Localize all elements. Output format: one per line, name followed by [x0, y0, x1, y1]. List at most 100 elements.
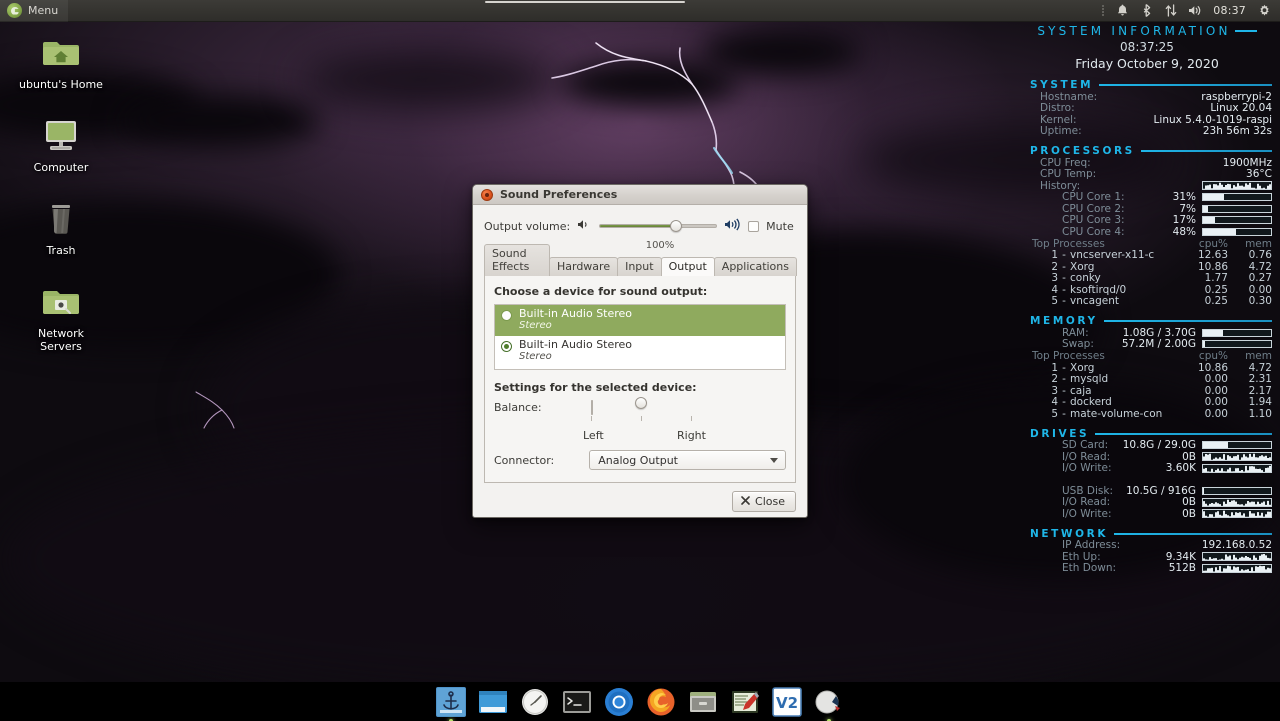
tab-applications[interactable]: Applications: [713, 257, 797, 276]
process-mem: 0.00: [1248, 283, 1272, 296]
conky-row: CPU Freq: 1900MHz: [1022, 157, 1272, 169]
conky-process-row: 1- Xorg 10.86 4.72: [1022, 362, 1272, 374]
process-index: 1: [1051, 249, 1058, 262]
conky-bar: [1202, 486, 1272, 495]
device-settings-title: Settings for the selected device:: [494, 381, 697, 394]
conky-section-drives: DRIVES: [1022, 428, 1272, 440]
process-name: Xorg: [1070, 361, 1095, 374]
window-list-item[interactable]: [485, 0, 686, 3]
process-header-label: Top Processes: [1032, 237, 1105, 250]
conky-bar: [1202, 204, 1272, 213]
section-label: MEMORY: [1030, 315, 1098, 327]
conky-row: CPU Core 2: 7%: [1022, 203, 1272, 215]
conky-drive-gap: [1022, 474, 1272, 485]
sound-preferences-window: Sound Preferences Output volume: Mute 10…: [472, 184, 808, 518]
tab-sound-effects[interactable]: Sound Effects: [484, 244, 550, 276]
desktop-icon-computer[interactable]: Computer: [18, 113, 104, 174]
process-dash: -: [1062, 283, 1066, 296]
process-dash: -: [1062, 260, 1066, 273]
cairo-dock-icon[interactable]: [436, 686, 466, 721]
output-device-row[interactable]: Built-in Audio Stereo Stereo: [495, 305, 785, 336]
balance-slider[interactable]: [591, 397, 691, 415]
conky-process-row: 4- dockerd 0.00 1.94: [1022, 396, 1272, 408]
conky-row: Swap: 57.2M / 2.00G: [1022, 338, 1272, 351]
window-list[interactable]: [68, 0, 1102, 22]
process-name: vncagent: [1070, 295, 1119, 308]
conky-row-key: I/O Read:: [1062, 496, 1111, 509]
output-volume-label: Output volume:: [484, 219, 571, 233]
desktop-icon-grid: ubuntu's Home Computer Trash Network Ser…: [18, 30, 104, 375]
tab-hardware[interactable]: Hardware: [548, 257, 619, 276]
terminal-icon[interactable]: [562, 687, 592, 717]
device-radio-button[interactable]: [501, 310, 512, 321]
conky-row: USB Disk: 10.5G / 916G: [1022, 485, 1272, 497]
vnc-viewer-icon[interactable]: V2: [772, 686, 802, 717]
device-name: Built-in Audio Stereo: [519, 338, 633, 351]
conky-bar: [1202, 441, 1272, 450]
conky-process-row: 3- caja 0.00 2.17: [1022, 385, 1272, 397]
conky-system-rows: Hostname: raspberrypi-2 Distro: Linux 20.04…: [1022, 91, 1272, 138]
volume-icon[interactable]: [1187, 0, 1202, 22]
process-name: ksoftirqd/0: [1070, 283, 1127, 296]
balance-tick-marks: [549, 416, 731, 429]
menu-label: Menu: [28, 4, 59, 17]
output-volume-slider[interactable]: [599, 220, 718, 232]
desktop-icon-home[interactable]: ubuntu's Home: [18, 30, 104, 91]
balance-label: Balance:: [494, 401, 542, 414]
gear-icon[interactable]: [1257, 0, 1272, 22]
conky-row-key: IP Address:: [1062, 539, 1121, 552]
media-player-icon[interactable]: [814, 687, 844, 721]
process-dash: -: [1062, 407, 1066, 420]
conky-row-value: 57.2M / 2.00G: [1121, 338, 1196, 351]
conky-bar: [1202, 216, 1272, 225]
tab-output[interactable]: Output: [660, 257, 715, 276]
bottom-dock: V2: [0, 682, 1280, 721]
desktop-icon-trash[interactable]: Trash: [18, 196, 104, 257]
conky-row-value: 36°C: [1246, 168, 1272, 181]
menu-button[interactable]: Menu: [0, 0, 69, 22]
conky-section-system: SYSTEM: [1022, 79, 1272, 91]
text-editor-icon[interactable]: [730, 687, 760, 717]
process-header-mem: mem: [1245, 237, 1272, 250]
notification-bell-icon[interactable]: [1115, 0, 1130, 22]
window-switcher-icon[interactable]: [478, 687, 508, 717]
conky-row: CPU Core 3: 17%: [1022, 214, 1272, 227]
chromium-icon[interactable]: [604, 687, 634, 717]
close-button[interactable]: Close: [732, 491, 796, 512]
tab-input[interactable]: Input: [617, 257, 662, 276]
conky-process-header: Top Processes cpu% mem: [1022, 238, 1272, 250]
conky-row-value: 48%: [1172, 225, 1196, 238]
conky-bar: [1202, 328, 1272, 337]
output-device-list[interactable]: Built-in Audio Stereo Stereo Built-in Audi…: [494, 304, 786, 370]
mute-checkbox[interactable]: [748, 220, 760, 232]
close-x-icon: [741, 495, 750, 508]
window-close-icon[interactable]: [481, 188, 493, 201]
process-mem: 2.17: [1248, 384, 1272, 397]
process-mem: 0.30: [1248, 295, 1272, 308]
conky-row-key: Eth Up:: [1062, 550, 1101, 563]
conky-row: Eth Down: 512B: [1022, 562, 1272, 574]
conky-row-key: I/O Read:: [1062, 450, 1111, 463]
desktop-icon-label: Computer: [33, 161, 89, 174]
file-manager-icon[interactable]: [688, 687, 718, 717]
conky-row-key: CPU Core 3:: [1062, 214, 1125, 227]
process-cpu: 10.86: [1197, 361, 1228, 374]
panel-clock[interactable]: 08:37: [1211, 4, 1248, 17]
bluetooth-icon[interactable]: [1139, 0, 1154, 22]
device-radio-button[interactable]: [501, 341, 512, 352]
clock-icon[interactable]: [520, 687, 550, 717]
output-device-row[interactable]: Built-in Audio Stereo Stereo: [495, 336, 785, 367]
window-titlebar[interactable]: Sound Preferences: [473, 185, 807, 205]
tray-grip-handle[interactable]: [1102, 5, 1105, 16]
connector-dropdown[interactable]: Analog Output: [589, 450, 786, 470]
conky-bar: [1202, 193, 1272, 202]
conky-row: SD Card: 10.8G / 29.0G: [1022, 439, 1272, 451]
conky-row-value: 192.168.0.52: [1201, 539, 1272, 552]
desktop-icon-network-servers[interactable]: Network Servers: [18, 279, 104, 353]
network-icon[interactable]: [1163, 0, 1178, 22]
conky-graph: [1202, 452, 1272, 462]
process-cpu: 1.77: [1204, 272, 1228, 285]
firefox-icon[interactable]: [646, 687, 676, 717]
conky-row-key: CPU Freq:: [1040, 156, 1091, 169]
mate-menu-icon: [7, 3, 22, 18]
